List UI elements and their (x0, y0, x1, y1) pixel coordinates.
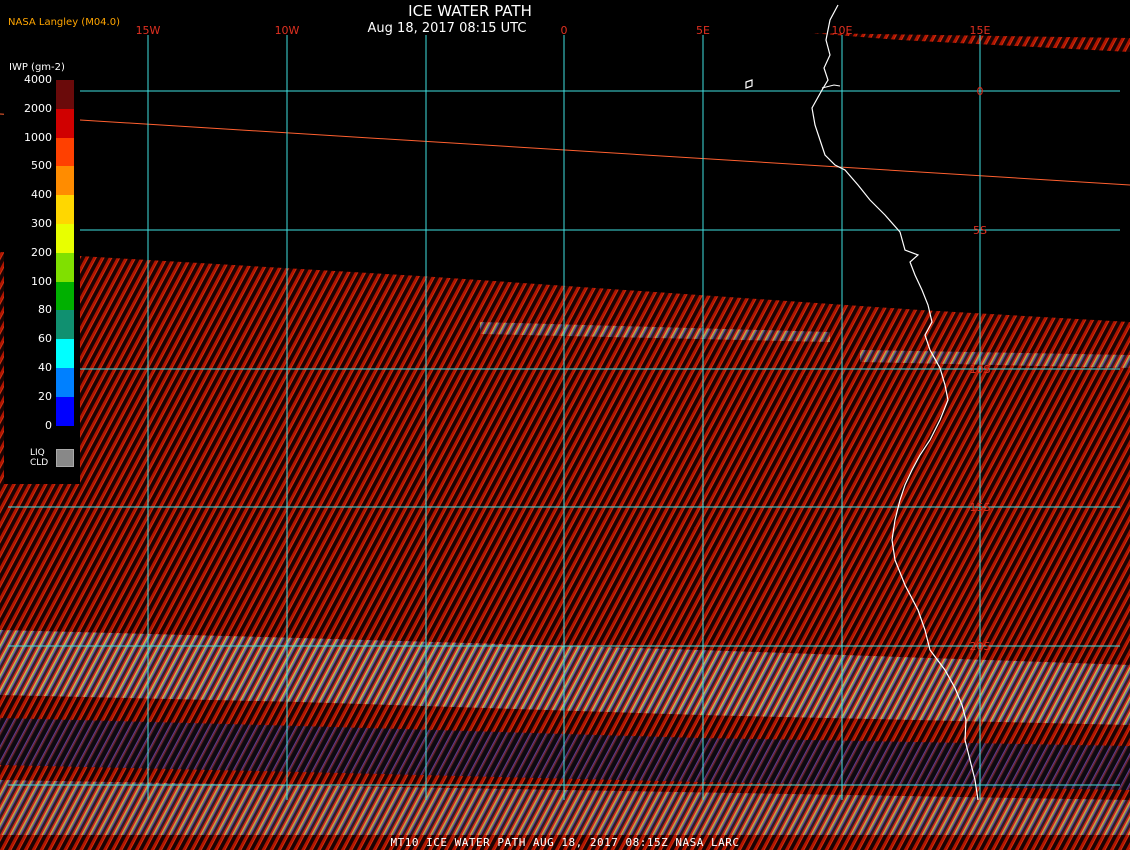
island (745, 79, 753, 89)
legend-label: 4000 (24, 73, 52, 86)
legend-swatch (56, 224, 74, 253)
legend-label: 60 (38, 332, 52, 346)
liquid-cloud-text: LIQ CLD (30, 448, 49, 468)
legend-swatch (56, 108, 74, 138)
legend-swatch (56, 396, 74, 426)
legend-swatch (56, 80, 74, 109)
liquid-cloud-swatch (56, 449, 74, 467)
legend-label: 20 (38, 389, 52, 403)
latitude-label: 15S (970, 501, 991, 514)
legend-label: 2000 (24, 101, 52, 115)
footer-caption: MT10 ICE WATER PATH AUG 18, 2017 08:15Z … (390, 836, 740, 849)
legend-label: 300 (31, 217, 52, 230)
latitude-label: 20S (970, 640, 991, 653)
legend-unit: IWP (gm-2) (9, 62, 65, 73)
legend-label: 40 (38, 361, 52, 374)
legend-label: 400 (31, 188, 52, 202)
legend-label: 200 (31, 245, 52, 259)
longitude-label: 15E (970, 24, 991, 37)
legend-label: 80 (38, 303, 52, 317)
legend-swatch (56, 166, 74, 196)
legend-swatch (56, 310, 74, 340)
latitude-label: 5S (973, 224, 987, 237)
legend-label: 100 (31, 274, 52, 288)
orbit-track (79, 119, 1130, 186)
latitude-label: 0 (977, 85, 984, 98)
image-datetime: Aug 18, 2017 08:15 UTC (367, 21, 527, 36)
legend-swatch (56, 195, 74, 224)
liquid-cloud-label: LIQ CLD (30, 448, 52, 468)
legend-label: 500 (31, 159, 52, 173)
legend-swatch (56, 339, 74, 368)
satellite-map: 15W 10W 0 5E 10E 15E05S10S15S20S (0, 4, 1130, 850)
legend-swatch (56, 281, 74, 311)
legend-swatch (56, 252, 74, 282)
color-legend: IWP (gm-2) 4000 2000 1000 500 400 300 200 100 80… (4, 60, 80, 484)
latitude-label: 10S (970, 363, 991, 376)
legend-swatch (56, 137, 74, 167)
legend-label: 0 (45, 418, 52, 432)
legend-swatch (56, 368, 74, 397)
product-title: ICE WATER PATH (408, 2, 532, 20)
legend-label: 1000 (24, 130, 52, 144)
